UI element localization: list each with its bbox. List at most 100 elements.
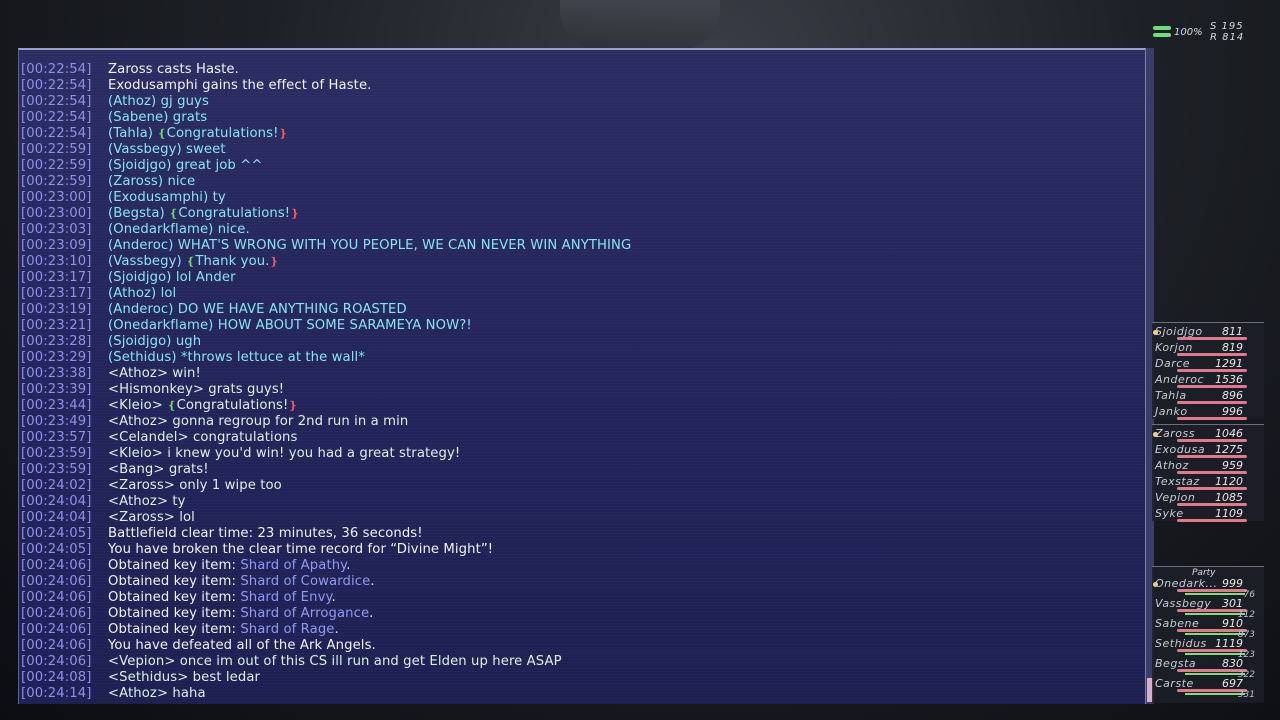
party-member[interactable]: Janko 996 [1155,405,1261,421]
chat-timestamp: 00:22:59 [21,142,107,158]
chat-message: Obtained key item: Shard of Rage. [108,622,339,637]
chat-line: 00:24:02<Zaross> only 1 wipe too [21,478,1141,494]
chat-message: (Vassbegy) ❴Thank you.❵ [108,254,279,269]
member-name: Vassbegy [1155,597,1212,610]
chat-message: (Tahla) ❴Congratulations!❵ [108,126,288,141]
message-text: You have broken the clear time record fo… [108,542,494,557]
chat-line: 00:23:09(Anderoc) WHAT'S WRONG WITH YOU … [21,238,1141,254]
message-prefix: (Vassbegy) [108,254,187,269]
message-prefix: Obtained key item: [108,574,241,589]
member-hp: 301 [1222,597,1243,610]
member-hp: 996 [1222,405,1243,418]
chat-line: 00:24:04<Zaross> lol [21,510,1141,526]
member-hp: 959 [1222,459,1243,472]
party-member[interactable]: Anderoc 1536 [1155,373,1261,389]
chat-timestamp: 00:22:54 [21,62,107,78]
chat-log-window[interactable]: 00:22:54Zaross casts Haste.00:22:54Exodu… [18,48,1146,704]
message-suffix: . [331,590,336,605]
chat-message: Obtained key item: Shard of Envy. [108,590,336,605]
chat-timestamp: 00:24:06 [21,574,107,590]
chat-timestamp: 00:22:54 [21,110,107,126]
chat-timestamp: 00:24:05 [21,542,107,558]
chat-message: (Begsta) ❴Congratulations!❵ [108,206,300,221]
message-suffix: . [346,558,351,573]
party-member[interactable]: Darce 1291 [1155,357,1261,373]
party-member[interactable]: Korjon 819 [1155,341,1261,357]
chat-message: Obtained key item: Shard of Arrogance. [108,606,373,621]
member-name: Texstaz [1155,475,1200,488]
chat-timestamp: 00:24:14 [21,686,107,702]
message-text: <Zaross> only 1 wipe too [108,478,282,493]
party-member[interactable]: Begsta 830 322 [1155,657,1261,680]
party-member[interactable]: Exodusa 1275 [1155,443,1261,459]
message-text: <Athoz> haha [108,686,206,701]
member-name: Begsta [1155,657,1197,670]
member-name: Darce [1155,357,1191,370]
message-suffix: . [370,574,375,589]
member-name: Sjoidjgo [1155,325,1203,338]
status-s: S 195 [1210,21,1244,32]
party-member[interactable]: Sabene 910 873 [1155,617,1261,640]
mp-bar [1185,693,1245,695]
chat-timestamp: 00:22:54 [21,78,107,94]
chat-message: (Sabene) grats [108,110,207,125]
member-hp: 1046 [1215,427,1243,440]
chat-message: <Zaross> only 1 wipe too [108,478,282,493]
message-text: <Bang> grats! [108,462,209,477]
message-text: You have defeated all of the Ark Angels. [108,638,376,653]
message-prefix: Obtained key item: [108,558,241,573]
key-item-name: Shard of Arrogance [240,606,370,621]
message-text: <Athoz> gonna regroup for 2nd run in a m… [108,414,409,429]
chat-message: (Sjoidjgo) great job ^^ [108,158,262,173]
party-member[interactable]: Zaross 1046 [1153,427,1261,443]
member-hp: 1536 [1215,373,1243,386]
member-hp: 1119 [1215,637,1243,650]
party-member[interactable]: Vassbegy 301 112 [1155,597,1261,620]
member-hp: 1275 [1215,443,1243,456]
chat-timestamp: 00:23:57 [21,430,107,446]
chat-line: 00:24:06<Vepion> once im out of this CS … [21,654,1141,670]
party-member[interactable]: Athoz 959 [1155,459,1261,475]
message-text: (Vassbegy) sweet [108,142,226,157]
member-hp: 910 [1222,617,1243,630]
chat-line: 00:23:59<Kleio> i knew you'd win! you ha… [21,446,1141,462]
chat-message: (Anderoc) WHAT'S WRONG WITH YOU PEOPLE, … [108,238,631,253]
chat-message: (Vassbegy) sweet [108,142,226,157]
party-member[interactable]: Syke 1109 [1155,507,1261,523]
chat-timestamp: 00:23:28 [21,334,107,350]
party-member[interactable]: Sjoidjgo 811 [1153,325,1261,341]
chat-line: 00:22:54Exodusamphi gains the effect of … [21,78,1141,94]
chat-line: 00:23:19(Anderoc) DO WE HAVE ANYTHING RO… [21,302,1141,318]
message-text: <Kleio> i knew you'd win! you had a grea… [108,446,461,461]
member-hp: 830 [1222,657,1243,670]
message-text: Exodusamphi gains the effect of Haste. [108,78,372,93]
chat-message: (Onedarkflame) HOW ABOUT SOME SARAMEYA N… [108,318,472,333]
message-prefix: Obtained key item: [108,590,241,605]
message-text: <Zaross> lol [108,510,195,525]
chat-message: Obtained key item: Shard of Apathy. [108,558,351,573]
party-member[interactable]: Carste 697 331 [1155,677,1261,700]
message-text: (Sethidus) *throws lettuce at the wall* [108,350,365,365]
chat-line: 00:24:06Obtained key item: Shard of Rage… [21,622,1141,638]
message-prefix: (Tahla) [108,126,158,141]
auto-translate-phrase: Congratulations! [176,398,289,413]
party-member[interactable]: Tahla 896 [1155,389,1261,405]
party-member[interactable]: Vepion 1085 [1155,491,1261,507]
chat-message: <Zaross> lol [108,510,195,525]
chat-timestamp: 00:23:19 [21,302,107,318]
chat-timestamp: 00:23:17 [21,270,107,286]
chat-line: 00:23:44<Kleio> ❴Congratulations!❵ [21,398,1141,414]
chat-line: 00:24:08<Sethidus> best ledar [21,670,1141,686]
message-text: (Sjoidjgo) ugh [108,334,202,349]
chat-line: 00:23:03(Onedarkflame) nice. [21,222,1141,238]
chat-timestamp: 00:23:17 [21,286,107,302]
party-member[interactable]: Sethidus 1119 123 [1155,637,1261,660]
chat-message: (Exodusamphi) ty [108,190,226,205]
party-member[interactable]: Texstaz 1120 [1155,475,1261,491]
chat-message: <Athoz> haha [108,686,206,701]
party-member[interactable]: Onedark... 999 76 [1153,577,1261,600]
chat-line: 00:22:59(Vassbegy) sweet [21,142,1141,158]
chat-timestamp: 00:23:10 [21,254,107,270]
chat-line: 00:23:10(Vassbegy) ❴Thank you.❵ [21,254,1141,270]
chat-message: You have broken the clear time record fo… [108,542,493,557]
